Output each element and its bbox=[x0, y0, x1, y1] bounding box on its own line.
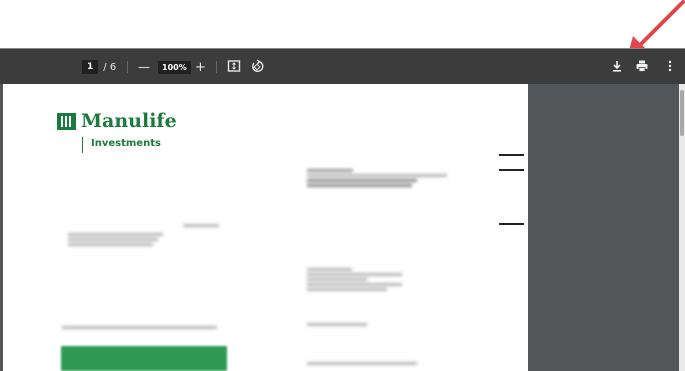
zoom-in-button[interactable]: + bbox=[195, 49, 206, 85]
fold-mark bbox=[499, 169, 524, 171]
brand-name: Manulife bbox=[81, 110, 177, 132]
fit-page-icon[interactable] bbox=[227, 59, 241, 73]
zoom-input[interactable]: 100% bbox=[158, 60, 191, 74]
highlight-box bbox=[61, 346, 227, 371]
manulife-logo-icon bbox=[57, 113, 76, 130]
pdf-toolbar: 1 / 6 — 100% + bbox=[0, 48, 685, 84]
more-options-icon[interactable] bbox=[663, 59, 677, 73]
page-number-input[interactable]: 1 bbox=[82, 60, 99, 74]
report-heading bbox=[62, 324, 217, 331]
phone-block bbox=[307, 321, 367, 328]
scrollbar-thumb[interactable] bbox=[680, 90, 684, 136]
rotate-icon[interactable] bbox=[250, 59, 264, 73]
divider bbox=[216, 61, 217, 73]
statement-heading-block bbox=[307, 167, 447, 189]
zoom-out-button[interactable]: — bbox=[138, 49, 150, 85]
page-indicator: 1 / 6 bbox=[82, 49, 116, 85]
download-icon[interactable] bbox=[610, 59, 624, 73]
divider bbox=[127, 61, 128, 73]
advisor-block bbox=[307, 266, 402, 293]
sub-brand: Investments bbox=[82, 137, 161, 153]
account-block bbox=[307, 360, 417, 367]
address-block bbox=[68, 231, 163, 248]
print-icon[interactable] bbox=[635, 59, 649, 73]
fold-mark bbox=[499, 223, 524, 225]
blurred-text bbox=[183, 222, 219, 229]
page-total: / 6 bbox=[103, 61, 117, 73]
fold-mark bbox=[499, 154, 524, 156]
zoom-level[interactable]: 100% bbox=[158, 49, 191, 85]
